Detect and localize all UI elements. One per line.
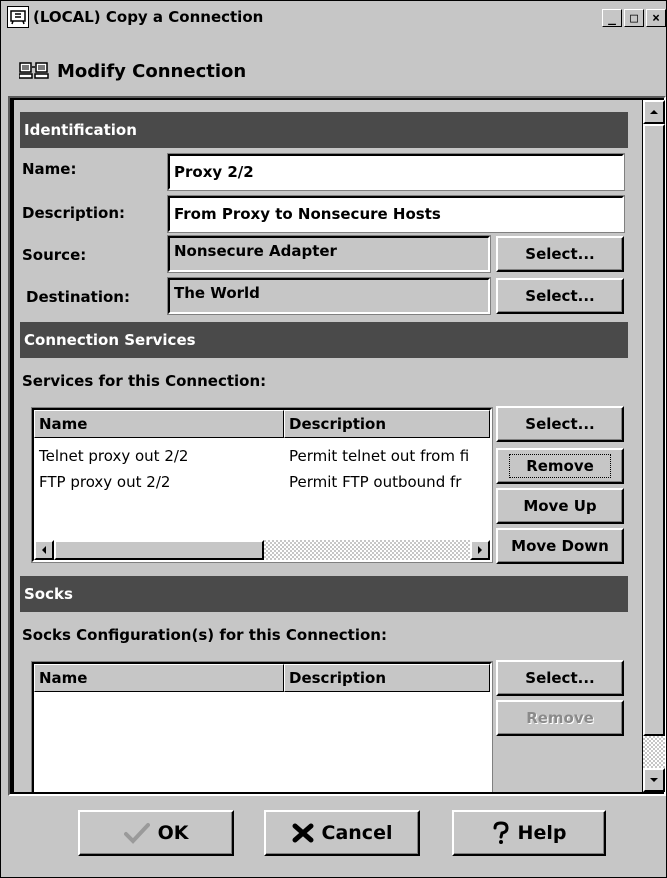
description-field[interactable]: From Proxy to Nonsecure Hosts (167, 195, 625, 233)
name-label: Name: (22, 160, 77, 178)
section-connection-services: Connection Services (20, 322, 628, 358)
network-app-icon (7, 6, 29, 28)
services-horizontal-scrollbar[interactable] (34, 540, 490, 560)
description-label: Description: (22, 204, 126, 222)
row-name: Telnet proxy out 2/2 (39, 447, 189, 465)
cancel-x-icon (292, 823, 314, 843)
help-button[interactable]: Help (452, 810, 606, 856)
services-table: Name Description Telnet proxy out 2/2 Pe… (31, 407, 493, 563)
help-label: Help (517, 822, 567, 844)
ok-button[interactable]: OK (78, 810, 234, 856)
section-identification: Identification (20, 112, 628, 148)
column-header-description[interactable]: Description (284, 664, 490, 692)
row-name: FTP proxy out 2/2 (39, 473, 171, 491)
scroll-right-button[interactable] (470, 540, 490, 560)
move-down-button[interactable]: Move Down (496, 528, 624, 564)
help-question-icon (492, 821, 510, 845)
name-field[interactable]: Proxy 2/2 (167, 153, 625, 191)
cancel-button[interactable]: Cancel (264, 810, 420, 856)
scroll-left-button[interactable] (34, 540, 54, 560)
section-socks: Socks (20, 576, 628, 612)
column-header-description[interactable]: Description (284, 410, 490, 438)
destination-label: Destination: (26, 288, 130, 306)
socks-subtitle: Socks Configuration(s) for this Connecti… (22, 626, 387, 644)
services-remove-button[interactable]: Remove (496, 448, 624, 484)
socks-table: Name Description (31, 661, 493, 792)
vertical-scrollbar[interactable] (643, 100, 665, 792)
services-subtitle: Services for this Connection: (22, 372, 267, 390)
source-label: Source: (22, 246, 87, 264)
socks-table-header: Name Description (34, 664, 490, 692)
network-computers-icon (19, 62, 49, 80)
row-description: Permit FTP outbound fr (289, 473, 462, 491)
window-controls: _ □ × (600, 9, 666, 27)
services-table-header: Name Description (34, 410, 490, 438)
maximize-button[interactable]: □ (624, 9, 644, 27)
cancel-label: Cancel (321, 822, 393, 844)
table-row[interactable]: Telnet proxy out 2/2 Permit telnet out f… (34, 444, 490, 468)
arrow-right-icon (478, 546, 482, 554)
minimize-button[interactable]: _ (602, 9, 622, 27)
page-title: Modify Connection (57, 60, 247, 82)
scroll-panel: Identification Name: Proxy 2/2 Descripti… (14, 100, 642, 792)
arrow-up-icon (650, 110, 658, 114)
checkmark-icon (123, 822, 150, 844)
remove-label: Remove (509, 454, 611, 478)
socks-remove-button: Remove (496, 700, 624, 736)
close-button[interactable]: × (646, 9, 666, 27)
window-title: (LOCAL) Copy a Connection (33, 8, 264, 26)
arrow-left-icon (42, 546, 46, 554)
column-header-name[interactable]: Name (34, 664, 284, 692)
services-select-button[interactable]: Select... (496, 406, 624, 442)
destination-select-button[interactable]: Select... (496, 278, 624, 314)
arrow-down-icon (650, 778, 658, 782)
destination-field: The World (167, 277, 491, 315)
title-bar[interactable]: (LOCAL) Copy a Connection _ □ × (1, 1, 666, 33)
socks-select-button[interactable]: Select... (496, 660, 624, 696)
scroll-down-button[interactable] (643, 768, 665, 792)
source-field: Nonsecure Adapter (167, 235, 491, 273)
horizontal-scroll-thumb[interactable] (54, 540, 264, 560)
source-select-button[interactable]: Select... (496, 236, 624, 272)
move-up-button[interactable]: Move Up (496, 488, 624, 524)
page-header: Modify Connection (1, 51, 666, 91)
column-header-name[interactable]: Name (34, 410, 284, 438)
scroll-up-button[interactable] (643, 100, 665, 124)
vertical-scroll-thumb[interactable] (643, 124, 665, 736)
table-row[interactable]: FTP proxy out 2/2 Permit FTP outbound fr (34, 470, 490, 494)
ok-label: OK (157, 822, 189, 844)
row-description: Permit telnet out from fi (289, 447, 470, 465)
